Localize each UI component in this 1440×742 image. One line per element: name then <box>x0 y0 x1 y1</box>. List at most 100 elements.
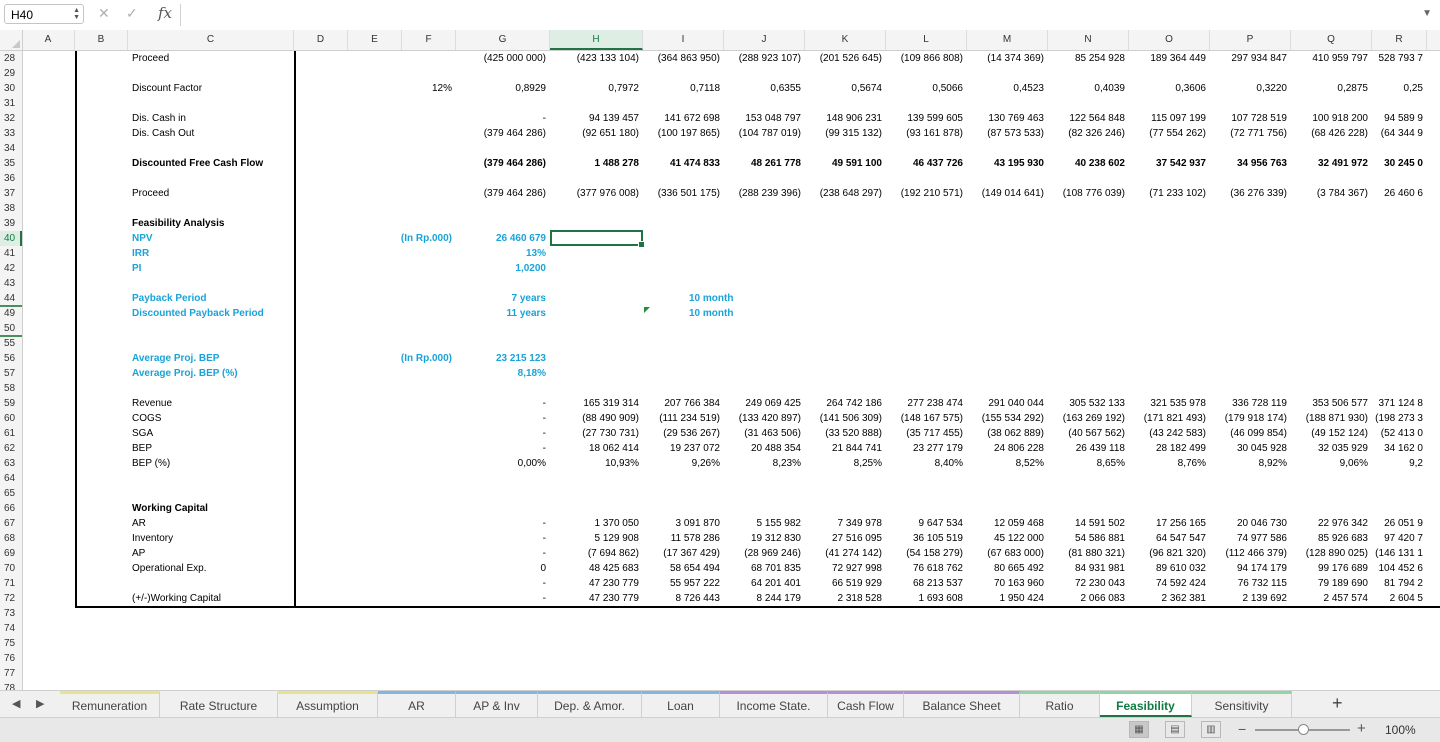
column-header-q[interactable]: Q <box>1291 30 1372 50</box>
column-header-f[interactable]: F <box>402 30 456 50</box>
cell-n32[interactable]: 122 564 848 <box>1048 111 1129 126</box>
row-header-35[interactable]: 35 <box>0 156 22 171</box>
row-header-62[interactable]: 62 <box>0 441 22 456</box>
cell-p28[interactable]: 297 934 847 <box>1210 51 1291 66</box>
cell-g61[interactable]: - <box>456 426 550 441</box>
cell-c61[interactable]: SGA <box>130 426 298 441</box>
cell-q63[interactable]: 9,06% <box>1291 456 1372 471</box>
cell-n28[interactable]: 85 254 928 <box>1048 51 1129 66</box>
cell-k69[interactable]: (41 274 142) <box>805 546 886 561</box>
cell-p63[interactable]: 8,92% <box>1210 456 1291 471</box>
cell-l71[interactable]: 68 213 537 <box>886 576 967 591</box>
cell-c40[interactable]: NPV <box>130 231 298 246</box>
cell-g60[interactable]: - <box>456 411 550 426</box>
row-header-33[interactable]: 33 <box>0 126 22 141</box>
row-header-44[interactable]: 44 <box>0 291 22 306</box>
cell-q72[interactable]: 2 457 574 <box>1291 591 1372 606</box>
zoom-in-button[interactable]: + <box>1357 720 1366 737</box>
cell-k63[interactable]: 8,25% <box>805 456 886 471</box>
cell-g44[interactable]: 7 years <box>456 291 550 306</box>
row-header-72[interactable]: 72 <box>0 591 22 606</box>
column-header-p[interactable]: P <box>1210 30 1291 50</box>
column-header-i[interactable]: I <box>643 30 724 50</box>
cell-n68[interactable]: 54 586 881 <box>1048 531 1129 546</box>
cell-n72[interactable]: 2 066 083 <box>1048 591 1129 606</box>
cell-i67[interactable]: 3 091 870 <box>643 516 724 531</box>
cell-i30[interactable]: 0,7118 <box>643 81 724 96</box>
cell-j70[interactable]: 68 701 835 <box>724 561 805 576</box>
cell-g40[interactable]: 26 460 679 <box>456 231 550 246</box>
cell-h37[interactable]: (377 976 008) <box>550 186 643 201</box>
row-header-74[interactable]: 74 <box>0 621 22 636</box>
cell-j30[interactable]: 0,6355 <box>724 81 805 96</box>
cell-m37[interactable]: (149 014 641) <box>967 186 1048 201</box>
cell-c70[interactable]: Operational Exp. <box>130 561 298 576</box>
cell-h69[interactable]: (7 694 862) <box>550 546 643 561</box>
cell-h63[interactable]: 10,93% <box>550 456 643 471</box>
row-header-65[interactable]: 65 <box>0 486 22 501</box>
cell-r61[interactable]: (52 413 0 <box>1372 426 1427 441</box>
cell-r33[interactable]: (64 344 9 <box>1372 126 1427 141</box>
cell-r63[interactable]: 9,2 <box>1372 456 1427 471</box>
cell-c37[interactable]: Proceed <box>130 186 298 201</box>
cell-c67[interactable]: AR <box>130 516 298 531</box>
cell-n62[interactable]: 26 439 118 <box>1048 441 1129 456</box>
cell-f40[interactable]: (In Rp.000) <box>392 231 456 246</box>
column-header-h[interactable]: H <box>550 30 643 50</box>
cell-o63[interactable]: 8,76% <box>1129 456 1210 471</box>
cell-k37[interactable]: (238 648 297) <box>805 186 886 201</box>
row-header-42[interactable]: 42 <box>0 261 22 276</box>
cancel-icon[interactable]: ✕ <box>98 5 110 22</box>
cell-i37[interactable]: (336 501 175) <box>643 186 724 201</box>
cell-g56[interactable]: 23 215 123 <box>456 351 550 366</box>
cell-m71[interactable]: 70 163 960 <box>967 576 1048 591</box>
cell-m63[interactable]: 8,52% <box>967 456 1048 471</box>
name-box[interactable]: H40 ▲ ▼ <box>4 4 84 24</box>
row-header-50[interactable]: 50 <box>0 321 22 336</box>
column-header-n[interactable]: N <box>1048 30 1129 50</box>
cell-o67[interactable]: 17 256 165 <box>1129 516 1210 531</box>
cell-h30[interactable]: 0,7972 <box>550 81 643 96</box>
cell-m61[interactable]: (38 062 889) <box>967 426 1048 441</box>
cell-g49[interactable]: 11 years <box>456 306 550 321</box>
add-sheet-button[interactable]: + <box>1332 693 1343 714</box>
cell-l59[interactable]: 277 238 474 <box>886 396 967 411</box>
cell-q33[interactable]: (68 426 228) <box>1291 126 1372 141</box>
row-header-49[interactable]: 49 <box>0 306 22 321</box>
row-header-66[interactable]: 66 <box>0 501 22 516</box>
cell-l72[interactable]: 1 693 608 <box>886 591 967 606</box>
cell-k35[interactable]: 49 591 100 <box>805 156 886 171</box>
cell-m70[interactable]: 80 665 492 <box>967 561 1048 576</box>
cell-c44[interactable]: Payback Period <box>130 291 298 306</box>
cell-r37[interactable]: 26 460 6 <box>1372 186 1427 201</box>
cell-p70[interactable]: 94 174 179 <box>1210 561 1291 576</box>
cell-o72[interactable]: 2 362 381 <box>1129 591 1210 606</box>
row-header-31[interactable]: 31 <box>0 96 22 111</box>
cell-h61[interactable]: (27 730 731) <box>550 426 643 441</box>
cell-k72[interactable]: 2 318 528 <box>805 591 886 606</box>
cell-i35[interactable]: 41 474 833 <box>643 156 724 171</box>
sheet-tab-cash-flow[interactable]: Cash Flow <box>828 691 904 717</box>
sheet-tab-dep-amor[interactable]: Dep. & Amor. <box>538 691 642 717</box>
column-header-k[interactable]: K <box>805 30 886 50</box>
cell-o59[interactable]: 321 535 978 <box>1129 396 1210 411</box>
cell-h67[interactable]: 1 370 050 <box>550 516 643 531</box>
zoom-out-button[interactable]: − <box>1238 721 1246 737</box>
cell-q37[interactable]: (3 784 367) <box>1291 186 1372 201</box>
cell-g59[interactable]: - <box>456 396 550 411</box>
cell-n67[interactable]: 14 591 502 <box>1048 516 1129 531</box>
cell-q59[interactable]: 353 506 577 <box>1291 396 1372 411</box>
row-header-76[interactable]: 76 <box>0 651 22 666</box>
cell-i59[interactable]: 207 766 384 <box>643 396 724 411</box>
cell-p37[interactable]: (36 276 339) <box>1210 186 1291 201</box>
page-layout-icon[interactable]: ▤ <box>1165 721 1185 738</box>
cell-p30[interactable]: 0,3220 <box>1210 81 1291 96</box>
cell-i63[interactable]: 9,26% <box>643 456 724 471</box>
cell-q70[interactable]: 99 176 689 <box>1291 561 1372 576</box>
cell-i49[interactable]: 10 month <box>687 306 809 321</box>
cell-m35[interactable]: 43 195 930 <box>967 156 1048 171</box>
sheet-tab-sensitivity[interactable]: Sensitivity <box>1192 691 1292 717</box>
cell-h33[interactable]: (92 651 180) <box>550 126 643 141</box>
row-header-71[interactable]: 71 <box>0 576 22 591</box>
cell-l61[interactable]: (35 717 455) <box>886 426 967 441</box>
